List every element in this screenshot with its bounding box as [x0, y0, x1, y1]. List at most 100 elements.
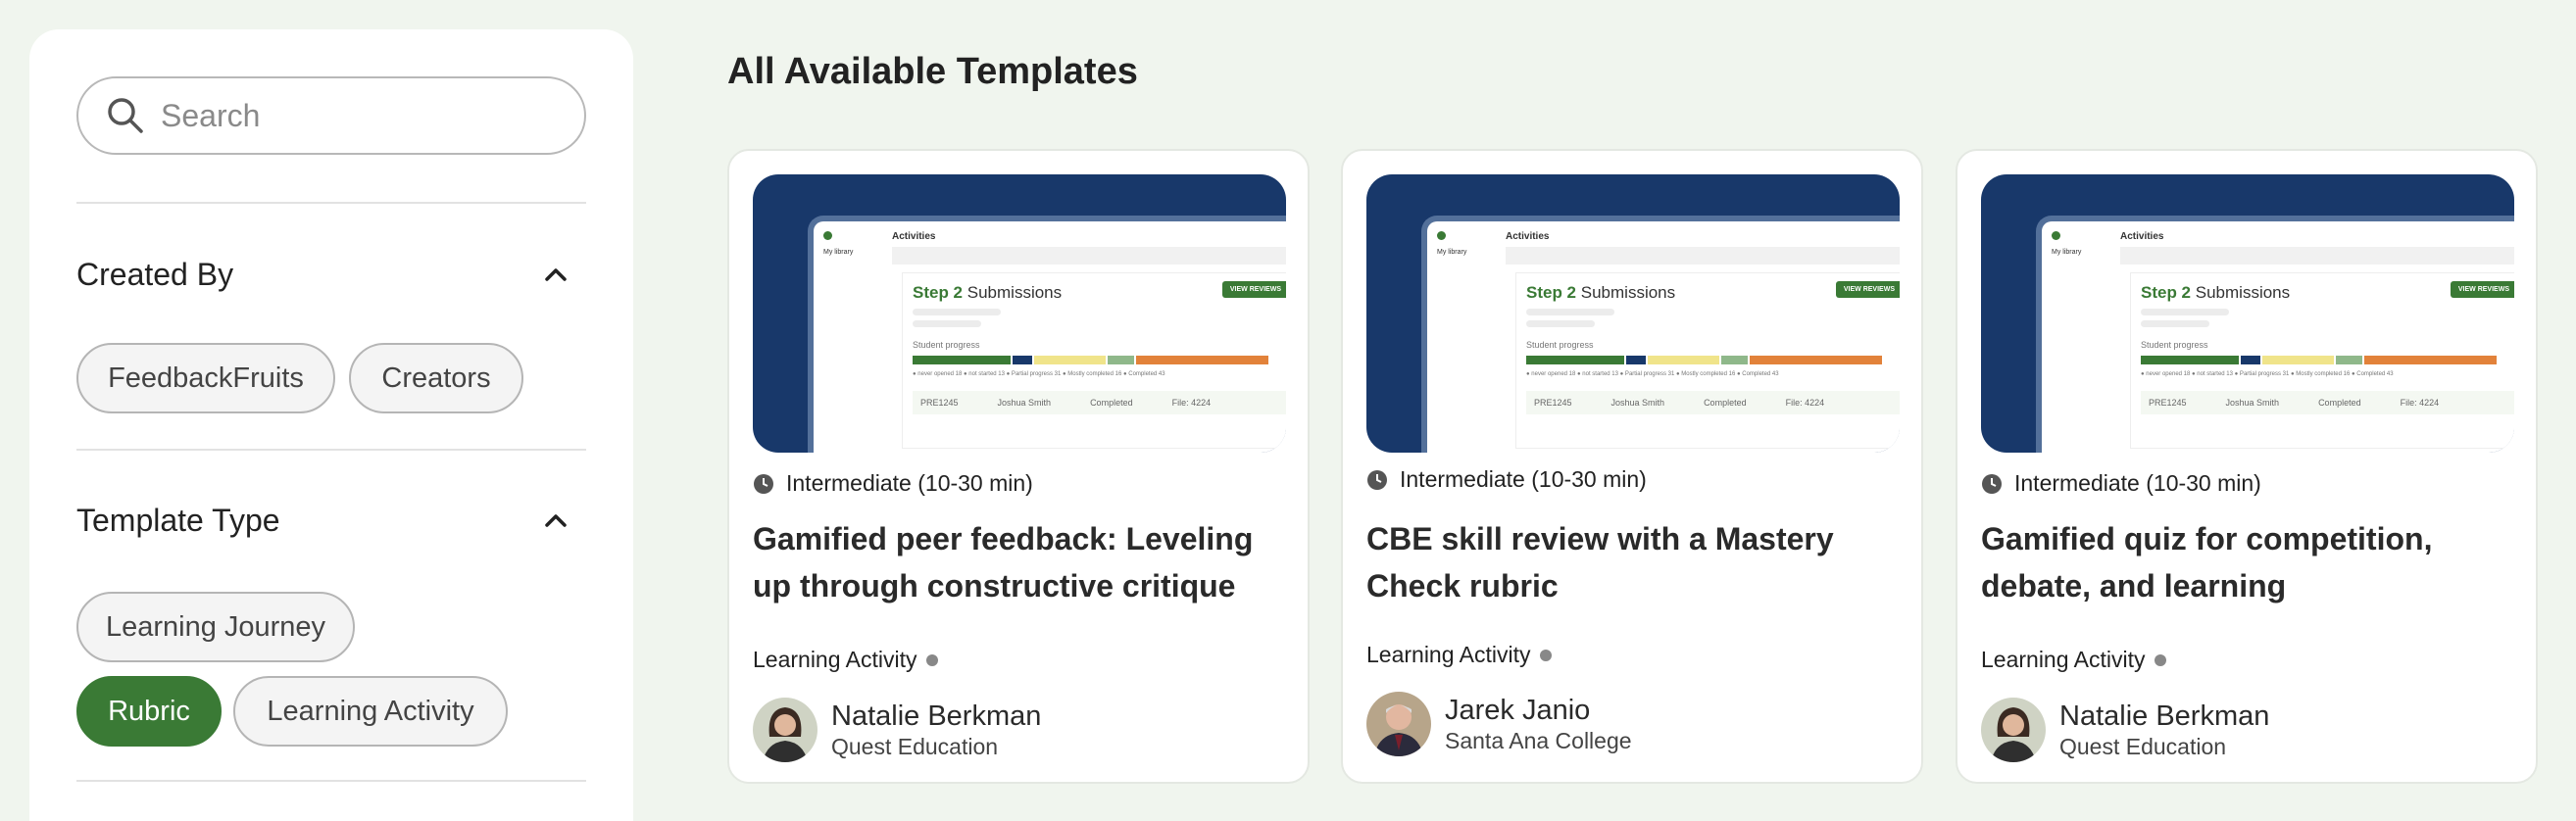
divider [76, 780, 586, 782]
thumbnail-screen: Activities My library Step 2 Submissions… [1421, 216, 1900, 453]
thumbnail-legend: ● never opened 18 ● not started 13 ● Par… [1526, 371, 1779, 377]
thumbnail-step-title: Step 2 Submissions [1526, 283, 1675, 303]
app-logo-icon [823, 231, 832, 240]
author-organization: Quest Education [831, 734, 999, 759]
chip-learning-activity[interactable]: Learning Activity [233, 676, 508, 747]
thumbnail-row-id: PRE1245 [2149, 398, 2187, 408]
thumbnail-step-number: Step 2 [2141, 283, 2192, 302]
woman-avatar [753, 698, 817, 762]
chip-rubric[interactable]: Rubric [76, 676, 222, 747]
thumbnail-screen: Activities My library Step 2 Submissions… [808, 216, 1286, 453]
filter-sidebar: Created By FeedbackFruits Creators Templ… [29, 29, 633, 821]
template-card[interactable]: Activities My library Step 2 Submissions… [1341, 149, 1923, 784]
thumbnail-progress-bar [913, 356, 1286, 364]
thumbnail-view-reviews-button: VIEW REVIEWS [1835, 281, 1900, 298]
thumbnail-toolbar [892, 247, 1286, 265]
thumbnail-screen: Activities My library Step 2 Submissions… [2036, 216, 2514, 453]
thumbnail-section-title: Activities [1506, 231, 1550, 242]
thumbnail-row-file: File: 4224 [2400, 398, 2440, 408]
thumbnail-row-name: Joshua Smith [997, 398, 1052, 408]
thumbnail-legend: ● never opened 18 ● not started 13 ● Par… [2141, 371, 2394, 377]
author-name: Jarek Janio [1445, 695, 1591, 726]
thumbnail-row-status: Completed [1704, 398, 1747, 408]
thumbnail-progress-label: Student progress [2141, 340, 2208, 350]
thumbnail-library-label: My library [2052, 249, 2082, 256]
clock-icon [754, 473, 773, 494]
author: Natalie Berkman Quest Education [1981, 698, 2269, 762]
author-organization: Santa Ana College [1445, 728, 1632, 753]
thumbnail-table-row: PRE1245 Joshua Smith Completed File: 422… [2141, 391, 2514, 414]
template-thumbnail: Activities My library Step 2 Submissions… [1981, 174, 2514, 453]
thumbnail-progress-label: Student progress [1526, 340, 1594, 350]
thumbnail-row-status: Completed [2318, 398, 2361, 408]
chevron-up-icon[interactable] [543, 262, 569, 287]
placeholder-line [913, 309, 1001, 315]
placeholder-line [1526, 309, 1614, 315]
man-avatar [1366, 692, 1431, 756]
clock-icon [1367, 469, 1387, 490]
chip-learning-journey[interactable]: Learning Journey [76, 592, 355, 662]
thumbnail-step-title: Step 2 Submissions [913, 283, 1062, 303]
difficulty-label: Intermediate (10-30 min) [786, 470, 1033, 496]
template-type: Learning Activity [753, 647, 939, 673]
thumbnail-toolbar [2120, 247, 2514, 265]
thumbnail-step-number: Step 2 [1526, 283, 1577, 302]
thumbnail-toolbar [1506, 247, 1900, 265]
thumbnail-progress-label: Student progress [913, 340, 980, 350]
thumbnail-step-title: Step 2 Submissions [2141, 283, 2290, 303]
placeholder-line [1526, 320, 1595, 327]
template-title[interactable]: CBE skill review with a Mastery Check ru… [1366, 515, 1886, 609]
status-dot-icon [926, 653, 939, 666]
thumbnail-row-file: File: 4224 [1171, 398, 1212, 408]
thumbnail-progress-bar [2141, 356, 2514, 364]
thumbnail-table-row: PRE1245 Joshua Smith Completed File: 422… [913, 391, 1286, 414]
thumbnail-library-label: My library [1437, 249, 1467, 256]
app-logo-icon [2052, 231, 2060, 240]
thumbnail-legend: ● never opened 18 ● not started 13 ● Par… [913, 371, 1165, 377]
avatar [1981, 698, 2046, 762]
thumbnail-view-reviews-button: VIEW REVIEWS [1221, 281, 1286, 298]
template-type-label: Learning Activity [1981, 647, 2146, 672]
search-input[interactable] [161, 97, 553, 134]
chip-feedbackfruits[interactable]: FeedbackFruits [76, 343, 335, 413]
author-name: Natalie Berkman [2059, 700, 2270, 732]
thumbnail-row-id: PRE1245 [1534, 398, 1572, 408]
search-box[interactable] [76, 76, 586, 155]
chevron-up-icon[interactable] [543, 507, 569, 533]
template-card[interactable]: Activities My library Step 2 Submissions… [1956, 149, 2538, 784]
chip-creators[interactable]: Creators [349, 343, 523, 413]
avatar [1366, 692, 1431, 756]
thumbnail-view-reviews-button: VIEW REVIEWS [2450, 281, 2514, 298]
thumbnail-step-text: Submissions [966, 283, 1063, 302]
difficulty-label: Intermediate (10-30 min) [2014, 470, 2261, 496]
template-card[interactable]: Activities My library Step 2 Submissions… [727, 149, 1310, 784]
thumbnail-row-file: File: 4224 [1785, 398, 1825, 408]
thumbnail-step-text: Submissions [2195, 283, 2291, 302]
thumbnail-panel: Step 2 Submissions VIEW REVIEWS Student … [902, 272, 1286, 449]
placeholder-line [2141, 309, 2229, 315]
status-dot-icon [1540, 649, 1553, 661]
template-type-label: Learning Activity [753, 647, 917, 672]
thumbnail-row-status: Completed [1090, 398, 1133, 408]
thumbnail-step-number: Step 2 [913, 283, 964, 302]
template-type: Learning Activity [1366, 642, 1553, 668]
template-title[interactable]: Gamified quiz for competition, debate, a… [1981, 515, 2501, 609]
thumbnail-section-title: Activities [892, 231, 936, 242]
placeholder-line [913, 320, 981, 327]
template-type: Learning Activity [1981, 647, 2167, 673]
app-logo-icon [1437, 231, 1446, 240]
search-icon [108, 98, 143, 133]
template-title[interactable]: Gamified peer feedback: Leveling up thro… [753, 515, 1272, 609]
author: Jarek Janio Santa Ana College [1366, 692, 1632, 756]
divider [76, 202, 586, 204]
difficulty-level: Intermediate (10-30 min) [1366, 466, 1647, 493]
thumbnail-library-label: My library [823, 249, 854, 256]
thumbnail-progress-bar [1526, 356, 1900, 364]
woman-avatar [1981, 698, 2046, 762]
template-type-title[interactable]: Template Type [76, 503, 280, 539]
thumbnail-row-id: PRE1245 [920, 398, 959, 408]
created-by-title[interactable]: Created By [76, 257, 233, 293]
status-dot-icon [2155, 653, 2167, 666]
thumbnail-section-title: Activities [2120, 231, 2164, 242]
difficulty-label: Intermediate (10-30 min) [1400, 466, 1647, 492]
